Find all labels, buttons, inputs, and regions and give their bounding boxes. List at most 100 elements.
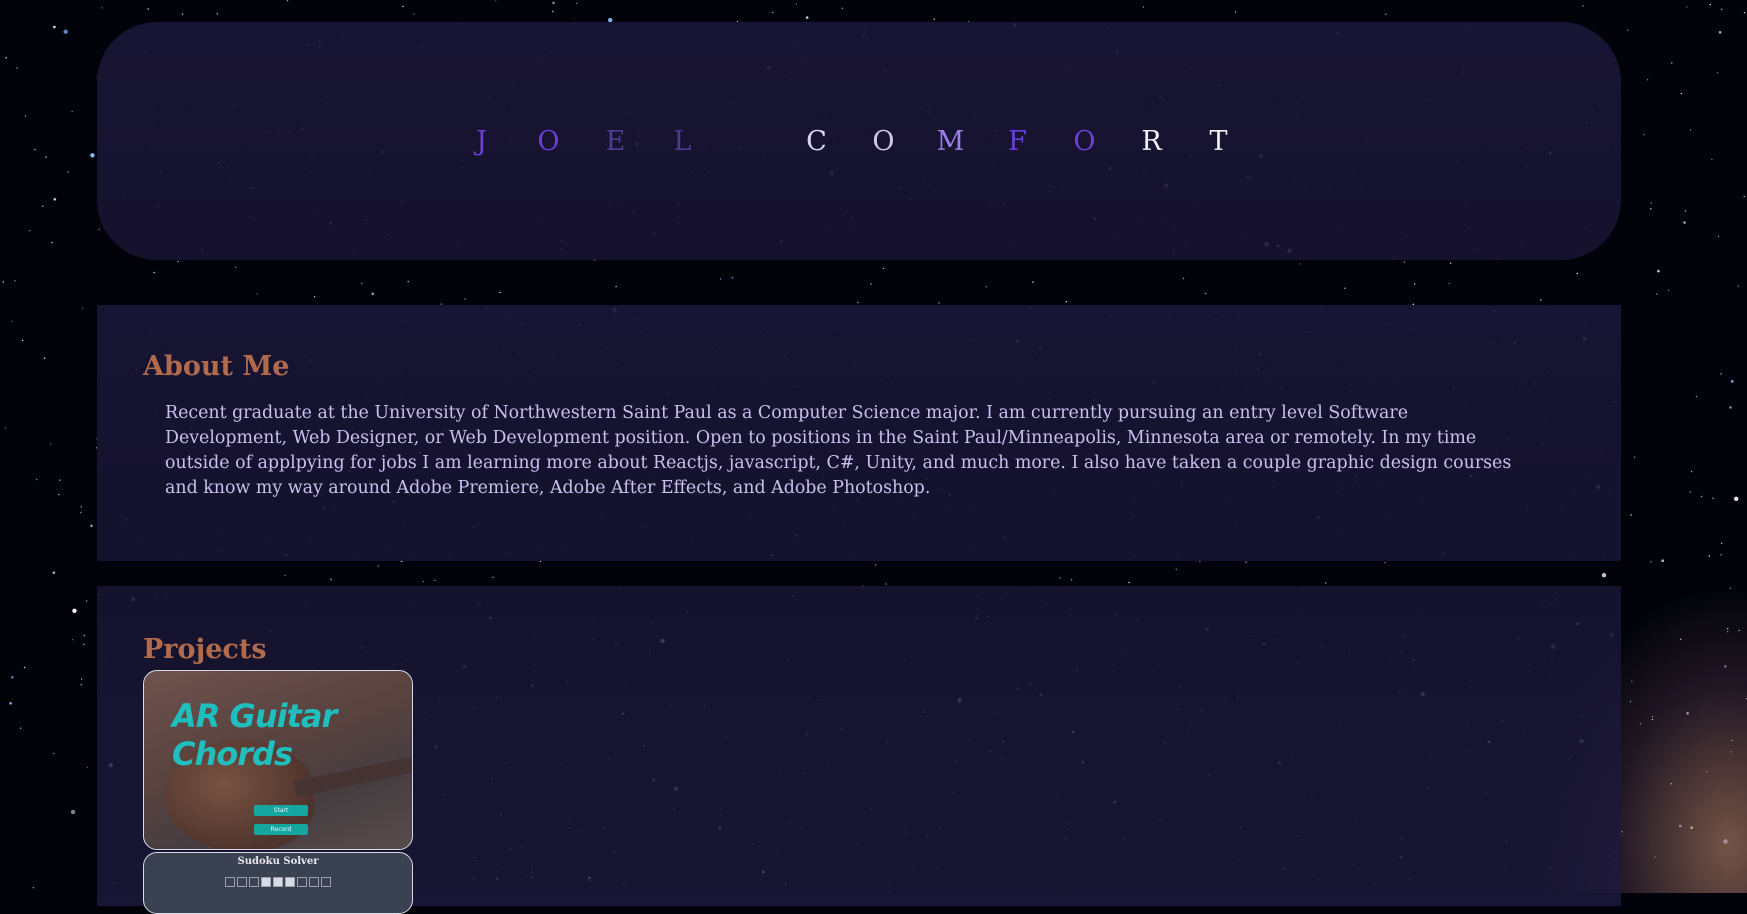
star [1690,470,1693,473]
project-card-sudoku-solver[interactable]: Sudoku Solver [143,852,413,914]
star [1070,579,1073,581]
about-section: About Me Recent graduate at the Universi… [97,305,1621,561]
star [49,443,52,445]
star [720,278,722,280]
star [1721,542,1723,544]
star [86,600,88,602]
star [81,307,84,310]
star [5,57,7,59]
star [234,266,237,268]
star [80,506,82,508]
star [16,67,18,69]
star [80,511,82,514]
star [1737,285,1740,287]
star [1671,62,1673,64]
title-letter: C [806,125,827,157]
star [1712,497,1714,499]
projects-heading: Projects [143,634,267,665]
project-card-ar-guitar-chords[interactable]: AR Guitar Chords Start Record [143,670,413,850]
star [1582,5,1584,7]
star [615,285,617,288]
star [1695,395,1698,398]
star [933,18,935,20]
project-card-title: Sudoku Solver [237,856,319,867]
star [1182,277,1185,280]
star [83,634,86,637]
star [90,524,93,528]
star [575,2,578,5]
star [1065,301,1068,303]
star [938,302,940,304]
star [361,282,363,285]
project-card-title: AR Guitar Chords [172,697,337,773]
star [147,8,149,10]
star [407,280,409,283]
star [330,578,332,580]
star [795,3,798,5]
star [1403,261,1406,263]
star [1627,29,1629,31]
star [1720,373,1722,375]
star [499,291,501,294]
star [1325,582,1327,584]
star [83,643,85,645]
star [80,684,82,686]
star [256,293,258,295]
star [43,357,46,359]
star [1448,282,1451,285]
star [23,666,26,669]
star [70,809,76,815]
star [1234,11,1237,13]
star [1059,577,1061,579]
star [11,676,14,679]
star [1657,269,1660,273]
site-title: J O E L C O M F O R T [448,126,1252,157]
star [1720,8,1723,10]
star [1734,496,1739,501]
star [731,277,734,279]
title-letter: L [673,125,692,157]
star [1299,263,1301,265]
star [284,574,286,576]
about-heading: About Me [143,351,290,382]
star [101,7,103,9]
star [216,12,218,15]
star [1720,554,1722,556]
star [841,7,844,9]
star [882,267,885,270]
star [53,25,56,29]
title-letter: T [1209,125,1228,157]
star [19,727,22,729]
title-letter [716,126,783,157]
start-button: Start [254,805,308,816]
star [1413,283,1416,285]
star [1142,6,1145,8]
projects-section: Projects AR Guitar Chords Start Record S… [97,586,1621,914]
star [1601,573,1607,578]
star [58,493,60,496]
star [1656,293,1658,295]
star [885,583,887,585]
star [9,702,12,705]
star [53,752,55,755]
star [1668,289,1670,291]
star [422,580,425,583]
star [1634,456,1636,458]
title-letter: O [872,125,895,157]
star [2,281,4,283]
star [1718,31,1722,34]
star [805,16,809,19]
star [1646,79,1649,81]
star [29,229,31,232]
star [464,298,466,300]
star [80,678,83,680]
star [72,608,77,613]
star [98,228,100,230]
star [86,766,89,769]
about-body: Recent graduate at the University of Nor… [165,403,1512,498]
star [1711,158,1713,161]
star [24,115,27,117]
star [1708,555,1711,557]
title-letter: M [936,125,965,157]
star [1729,406,1732,409]
